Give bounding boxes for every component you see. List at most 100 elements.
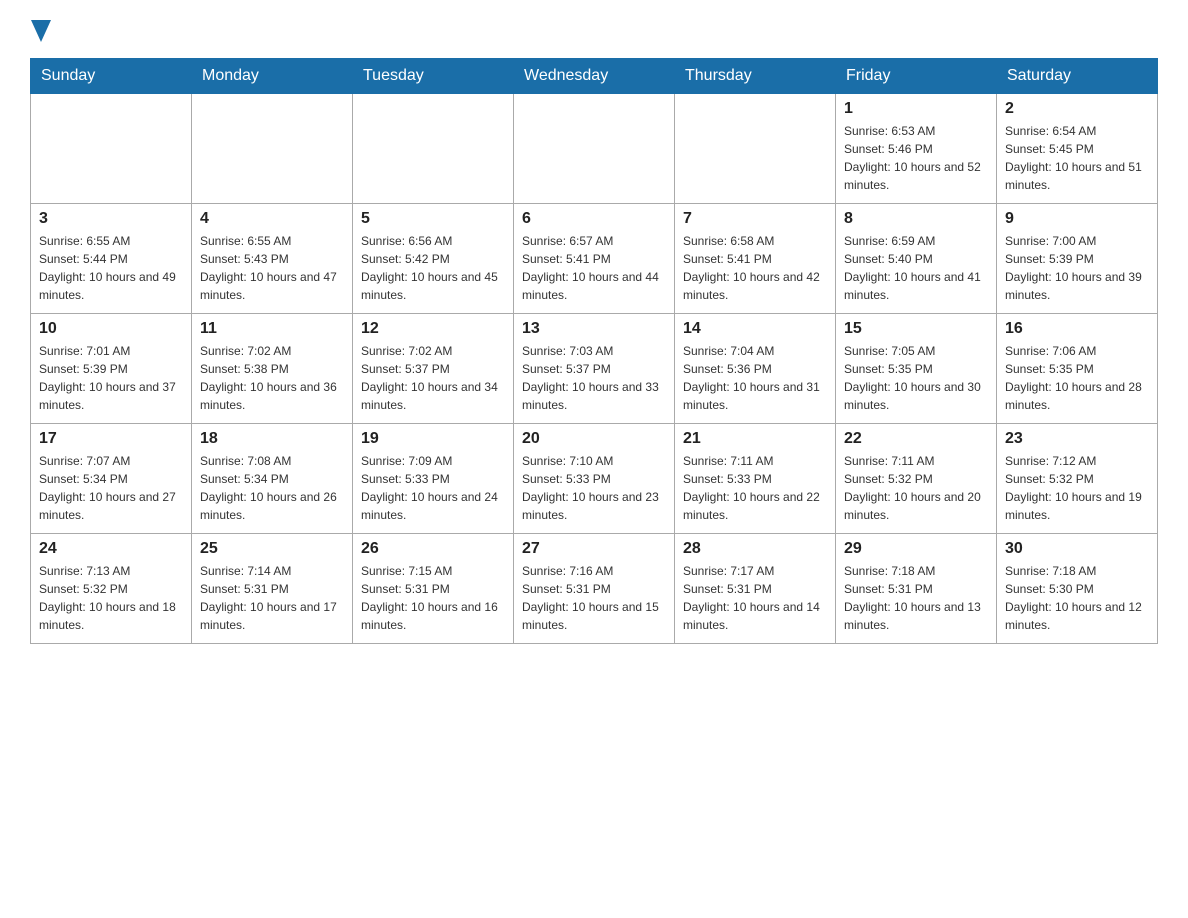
- weekday-header-wednesday: Wednesday: [514, 59, 675, 94]
- calendar-cell: 13 Sunrise: 7:03 AMSunset: 5:37 PMDayligh…: [514, 314, 675, 424]
- day-info: Sunrise: 7:07 AMSunset: 5:34 PMDaylight:…: [39, 452, 183, 524]
- calendar-cell: 17 Sunrise: 7:07 AMSunset: 5:34 PMDayligh…: [31, 424, 192, 534]
- day-info: Sunrise: 7:18 AMSunset: 5:30 PMDaylight:…: [1005, 562, 1149, 634]
- calendar-cell: [353, 94, 514, 204]
- day-info: Sunrise: 7:13 AMSunset: 5:32 PMDaylight:…: [39, 562, 183, 634]
- calendar-cell: [31, 94, 192, 204]
- day-number: 5: [361, 210, 505, 228]
- day-info: Sunrise: 7:12 AMSunset: 5:32 PMDaylight:…: [1005, 452, 1149, 524]
- calendar-cell: 18 Sunrise: 7:08 AMSunset: 5:34 PMDayligh…: [192, 424, 353, 534]
- day-info: Sunrise: 7:16 AMSunset: 5:31 PMDaylight:…: [522, 562, 666, 634]
- day-info: Sunrise: 7:15 AMSunset: 5:31 PMDaylight:…: [361, 562, 505, 634]
- day-info: Sunrise: 7:09 AMSunset: 5:33 PMDaylight:…: [361, 452, 505, 524]
- day-number: 18: [200, 430, 344, 448]
- calendar-cell: 7Sunrise: 6:58 AMSunset: 5:41 PMDaylight…: [675, 204, 836, 314]
- day-info: Sunrise: 7:03 AMSunset: 5:37 PMDaylight:…: [522, 342, 666, 414]
- calendar-cell: 5 Sunrise: 6:56 AMSunset: 5:42 PMDaylight…: [353, 204, 514, 314]
- logo-arrow-icon: [31, 20, 51, 42]
- day-info: Sunrise: 7:02 AMSunset: 5:38 PMDaylight:…: [200, 342, 344, 414]
- weekday-header-row: SundayMondayTuesdayWednesdayThursdayFrid…: [31, 59, 1158, 94]
- day-info: Sunrise: 7:11 AMSunset: 5:33 PMDaylight:…: [683, 452, 827, 524]
- day-number: 3: [39, 210, 183, 228]
- calendar-cell: 15Sunrise: 7:05 AMSunset: 5:35 PMDayligh…: [836, 314, 997, 424]
- day-number: 23: [1005, 430, 1149, 448]
- calendar-cell: 25 Sunrise: 7:14 AMSunset: 5:31 PMDayligh…: [192, 534, 353, 644]
- day-number: 30: [1005, 540, 1149, 558]
- day-number: 21: [683, 430, 827, 448]
- day-info: Sunrise: 7:02 AMSunset: 5:37 PMDaylight:…: [361, 342, 505, 414]
- calendar-cell: 16 Sunrise: 7:06 AMSunset: 5:35 PMDayligh…: [997, 314, 1158, 424]
- day-info: Sunrise: 7:11 AMSunset: 5:32 PMDaylight:…: [844, 452, 988, 524]
- day-number: 10: [39, 320, 183, 338]
- day-info: Sunrise: 6:55 AMSunset: 5:43 PMDaylight:…: [200, 232, 344, 304]
- calendar-cell: 27 Sunrise: 7:16 AMSunset: 5:31 PMDayligh…: [514, 534, 675, 644]
- weekday-header-thursday: Thursday: [675, 59, 836, 94]
- day-info: Sunrise: 7:05 AMSunset: 5:35 PMDaylight:…: [844, 342, 988, 414]
- day-number: 26: [361, 540, 505, 558]
- day-number: 9: [1005, 210, 1149, 228]
- day-number: 29: [844, 540, 988, 558]
- day-number: 17: [39, 430, 183, 448]
- calendar-cell: 29 Sunrise: 7:18 AMSunset: 5:31 PMDayligh…: [836, 534, 997, 644]
- day-info: Sunrise: 7:08 AMSunset: 5:34 PMDaylight:…: [200, 452, 344, 524]
- day-number: 7: [683, 210, 827, 228]
- day-info: Sunrise: 6:53 AMSunset: 5:46 PMDaylight:…: [844, 122, 988, 194]
- calendar-cell: 21 Sunrise: 7:11 AMSunset: 5:33 PMDayligh…: [675, 424, 836, 534]
- calendar-cell: 19 Sunrise: 7:09 AMSunset: 5:33 PMDayligh…: [353, 424, 514, 534]
- calendar-cell: 30 Sunrise: 7:18 AMSunset: 5:30 PMDayligh…: [997, 534, 1158, 644]
- calendar-cell: 2Sunrise: 6:54 AMSunset: 5:45 PMDaylight…: [997, 94, 1158, 204]
- calendar-cell: 12 Sunrise: 7:02 AMSunset: 5:37 PMDayligh…: [353, 314, 514, 424]
- weekday-header-saturday: Saturday: [997, 59, 1158, 94]
- day-info: Sunrise: 7:10 AMSunset: 5:33 PMDaylight:…: [522, 452, 666, 524]
- week-row-3: 10 Sunrise: 7:01 AMSunset: 5:39 PMDayligh…: [31, 314, 1158, 424]
- day-number: 25: [200, 540, 344, 558]
- page-header: [30, 20, 1158, 38]
- day-number: 14: [683, 320, 827, 338]
- calendar-cell: 20Sunrise: 7:10 AMSunset: 5:33 PMDayligh…: [514, 424, 675, 534]
- calendar-cell: 22 Sunrise: 7:11 AMSunset: 5:32 PMDayligh…: [836, 424, 997, 534]
- calendar-cell: [514, 94, 675, 204]
- day-info: Sunrise: 6:55 AMSunset: 5:44 PMDaylight:…: [39, 232, 183, 304]
- day-info: Sunrise: 6:59 AMSunset: 5:40 PMDaylight:…: [844, 232, 988, 304]
- day-info: Sunrise: 7:01 AMSunset: 5:39 PMDaylight:…: [39, 342, 183, 414]
- calendar-cell: 4 Sunrise: 6:55 AMSunset: 5:43 PMDaylight…: [192, 204, 353, 314]
- day-number: 1: [844, 100, 988, 118]
- calendar-cell: [192, 94, 353, 204]
- day-number: 16: [1005, 320, 1149, 338]
- calendar-cell: 10 Sunrise: 7:01 AMSunset: 5:39 PMDayligh…: [31, 314, 192, 424]
- day-number: 13: [522, 320, 666, 338]
- day-number: 2: [1005, 100, 1149, 118]
- week-row-1: 1 Sunrise: 6:53 AMSunset: 5:46 PMDaylight…: [31, 94, 1158, 204]
- day-info: Sunrise: 7:14 AMSunset: 5:31 PMDaylight:…: [200, 562, 344, 634]
- day-number: 4: [200, 210, 344, 228]
- day-info: Sunrise: 7:06 AMSunset: 5:35 PMDaylight:…: [1005, 342, 1149, 414]
- day-info: Sunrise: 7:04 AMSunset: 5:36 PMDaylight:…: [683, 342, 827, 414]
- day-info: Sunrise: 6:56 AMSunset: 5:42 PMDaylight:…: [361, 232, 505, 304]
- calendar-cell: 26 Sunrise: 7:15 AMSunset: 5:31 PMDayligh…: [353, 534, 514, 644]
- day-number: 28: [683, 540, 827, 558]
- calendar-cell: 3 Sunrise: 6:55 AMSunset: 5:44 PMDaylight…: [31, 204, 192, 314]
- week-row-4: 17 Sunrise: 7:07 AMSunset: 5:34 PMDayligh…: [31, 424, 1158, 534]
- day-number: 24: [39, 540, 183, 558]
- weekday-header-friday: Friday: [836, 59, 997, 94]
- day-number: 27: [522, 540, 666, 558]
- weekday-header-tuesday: Tuesday: [353, 59, 514, 94]
- calendar-cell: 28 Sunrise: 7:17 AMSunset: 5:31 PMDayligh…: [675, 534, 836, 644]
- calendar-table: SundayMondayTuesdayWednesdayThursdayFrid…: [30, 58, 1158, 644]
- calendar-cell: 24 Sunrise: 7:13 AMSunset: 5:32 PMDayligh…: [31, 534, 192, 644]
- calendar-cell: 9Sunrise: 7:00 AMSunset: 5:39 PMDaylight…: [997, 204, 1158, 314]
- day-number: 22: [844, 430, 988, 448]
- day-number: 8: [844, 210, 988, 228]
- logo: [30, 20, 52, 38]
- day-info: Sunrise: 7:18 AMSunset: 5:31 PMDaylight:…: [844, 562, 988, 634]
- calendar-cell: 23 Sunrise: 7:12 AMSunset: 5:32 PMDayligh…: [997, 424, 1158, 534]
- day-number: 12: [361, 320, 505, 338]
- day-info: Sunrise: 7:17 AMSunset: 5:31 PMDaylight:…: [683, 562, 827, 634]
- week-row-2: 3 Sunrise: 6:55 AMSunset: 5:44 PMDaylight…: [31, 204, 1158, 314]
- calendar-cell: [675, 94, 836, 204]
- calendar-cell: 14 Sunrise: 7:04 AMSunset: 5:36 PMDayligh…: [675, 314, 836, 424]
- day-number: 19: [361, 430, 505, 448]
- calendar-cell: 1 Sunrise: 6:53 AMSunset: 5:46 PMDaylight…: [836, 94, 997, 204]
- weekday-header-sunday: Sunday: [31, 59, 192, 94]
- day-number: 6: [522, 210, 666, 228]
